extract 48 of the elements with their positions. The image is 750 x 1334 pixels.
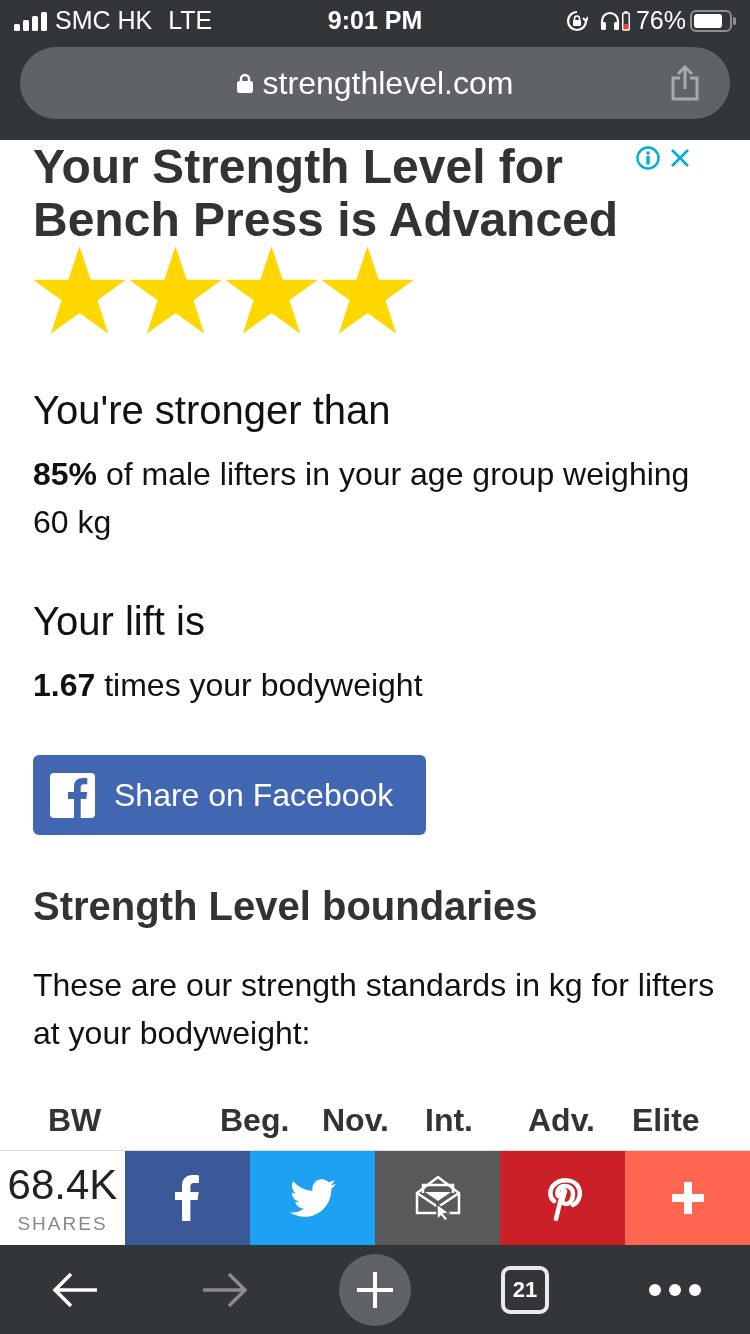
rotation-lock-icon bbox=[565, 10, 588, 32]
carrier-name: SMC HK bbox=[55, 5, 153, 37]
facebook-share-button[interactable] bbox=[125, 1151, 250, 1245]
close-icon[interactable] bbox=[670, 148, 690, 168]
more-button[interactable] bbox=[649, 1283, 701, 1296]
signal-bars-icon bbox=[14, 11, 47, 31]
column-header: Elite bbox=[632, 1102, 700, 1138]
result-heading: Your Strength Level for Bench Press is Advanced bbox=[33, 140, 620, 246]
star-icon bbox=[33, 246, 126, 335]
share-count: 68.4K bbox=[7, 1162, 118, 1208]
star-icon bbox=[129, 246, 222, 335]
battery-icon bbox=[690, 10, 736, 32]
plus-icon bbox=[357, 1271, 393, 1308]
stat-text: 1.67 times your bodyweight bbox=[33, 666, 424, 705]
url-text: strengthlevel.com bbox=[262, 64, 514, 103]
share-icon[interactable] bbox=[670, 65, 700, 101]
envelope-icon bbox=[414, 1175, 461, 1221]
small-battery-icon bbox=[621, 11, 630, 31]
column-header: Adv. bbox=[528, 1102, 595, 1138]
stat-heading: You're stronger than bbox=[33, 387, 392, 433]
bird-icon bbox=[289, 1179, 336, 1217]
facebook-icon bbox=[50, 772, 95, 818]
stat-heading: Your lift is bbox=[33, 598, 206, 644]
share-facebook-button[interactable]: Share on Facebook bbox=[33, 755, 426, 835]
share-count-label: SHARES bbox=[17, 1214, 108, 1234]
column-header: Int. bbox=[425, 1102, 473, 1138]
pinterest-share-button[interactable] bbox=[500, 1151, 625, 1245]
info-icon[interactable] bbox=[636, 146, 660, 170]
section-intro: These are our strength standards in kg for lifters at your bodyweight: bbox=[33, 966, 716, 1053]
stat-text: 85% of male lifters in your age group weighing 60 kg bbox=[33, 455, 691, 542]
tabs-button[interactable]: 21 bbox=[501, 1265, 549, 1314]
column-header: Nov. bbox=[322, 1102, 389, 1138]
more-dots-icon bbox=[649, 1283, 701, 1296]
address-bar[interactable]: strengthlevel.com bbox=[20, 47, 730, 119]
plus-icon bbox=[671, 1182, 704, 1214]
column-header: Beg. bbox=[220, 1102, 290, 1138]
star-icon bbox=[321, 246, 414, 335]
email-share-button[interactable] bbox=[375, 1151, 500, 1245]
headphones-icon bbox=[599, 11, 620, 31]
facebook-icon bbox=[174, 1175, 201, 1221]
column-header: BW bbox=[48, 1102, 102, 1138]
star-icon bbox=[225, 246, 318, 335]
lock-icon bbox=[236, 73, 253, 93]
battery-percentage: 76% bbox=[635, 5, 686, 37]
section-heading: Strength Level boundaries bbox=[33, 883, 539, 929]
clock-time: 9:01 PM bbox=[327, 5, 423, 37]
more-share-button[interactable] bbox=[625, 1151, 750, 1245]
network-type: LTE bbox=[168, 5, 213, 37]
